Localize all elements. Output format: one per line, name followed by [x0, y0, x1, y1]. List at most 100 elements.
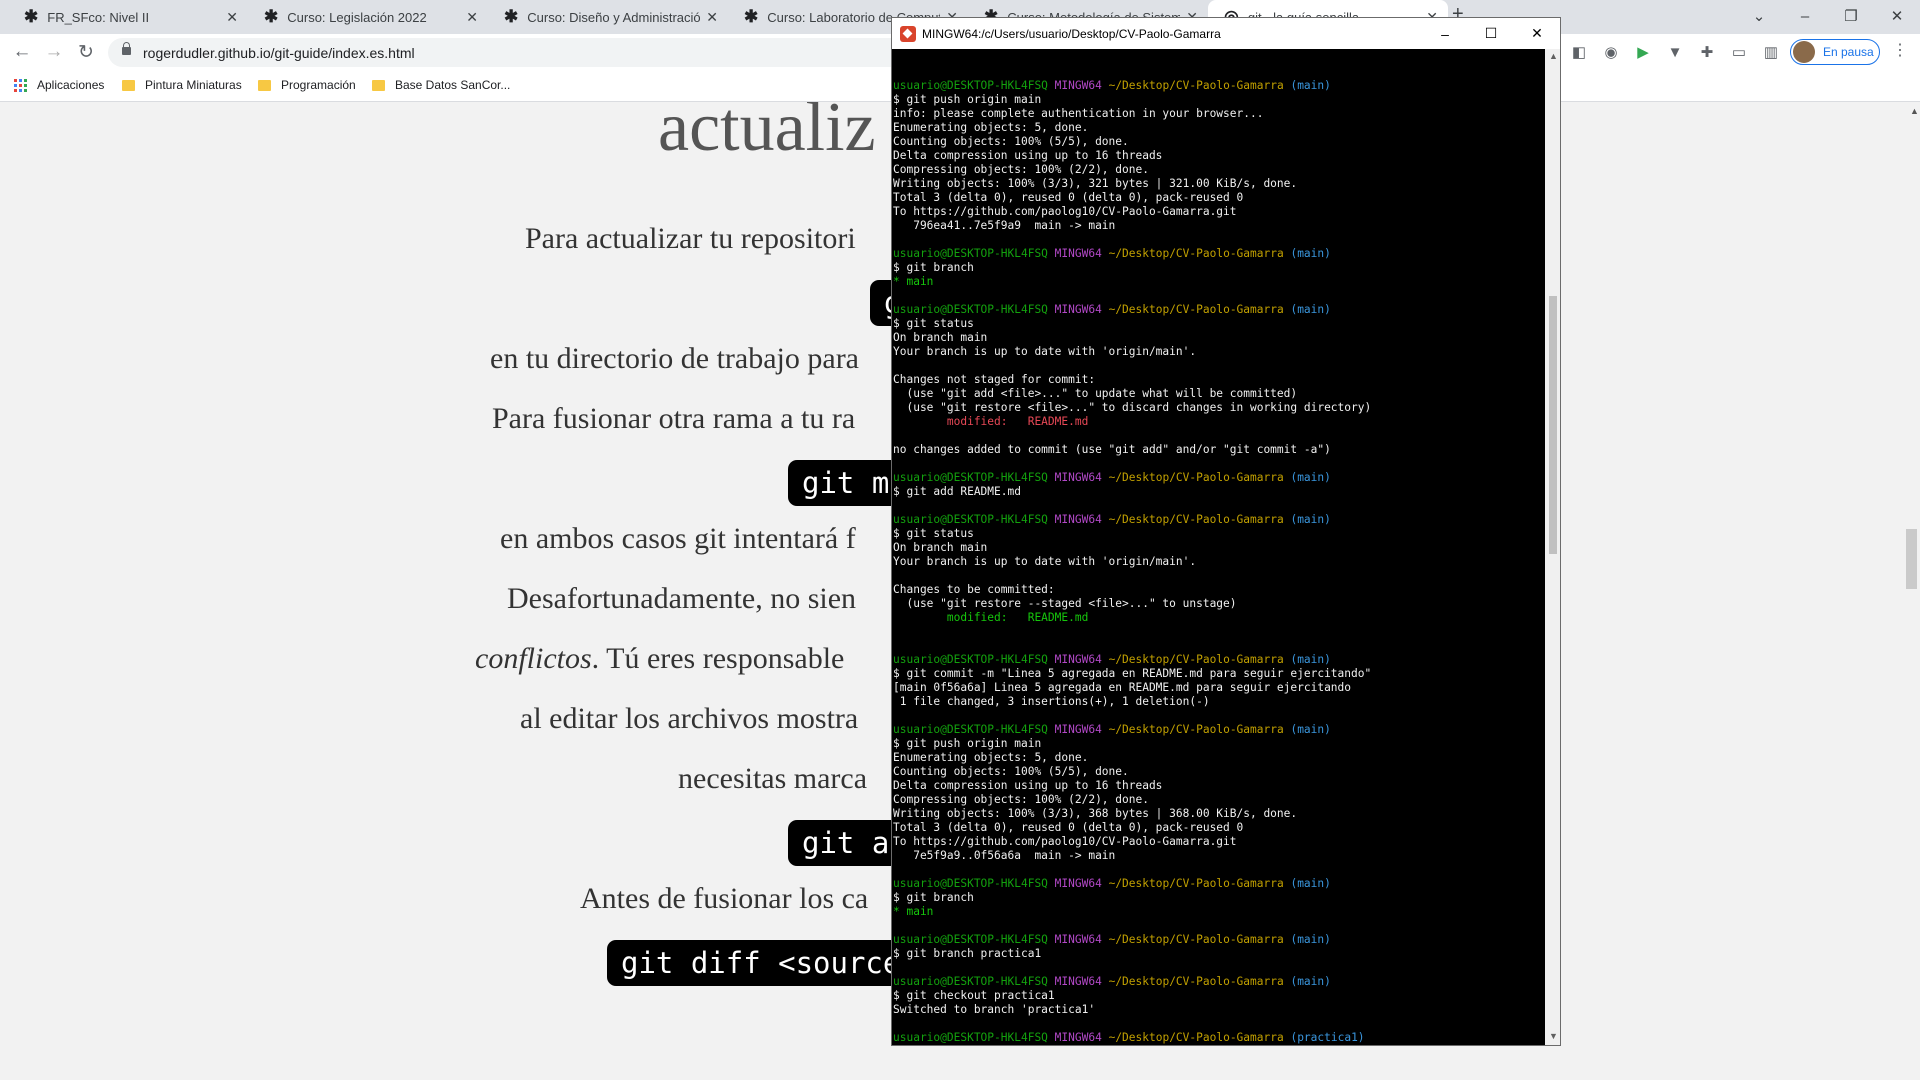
terminal-prompt-line: usuario@DESKTOP-HKL4FSQ MINGW64 ~/Deskto…: [893, 933, 1545, 947]
terminal-output-line: $ git checkout practica1: [893, 989, 1055, 1002]
terminal-output-line: Counting objects: 100% (5/5), done.: [893, 765, 1129, 778]
minimize-button[interactable]: –: [1782, 0, 1828, 32]
back-arrow-icon[interactable]: ←: [8, 38, 36, 66]
cast-icon[interactable]: ▭: [1727, 40, 1751, 64]
side-panel-icon[interactable]: ▥: [1759, 40, 1783, 64]
close-tab-icon[interactable]: ✕: [466, 9, 478, 26]
page-scrollbar[interactable]: [1905, 102, 1920, 1080]
prompt-branch: (main): [1290, 303, 1331, 316]
menu-icon[interactable]: ⋮: [1892, 40, 1908, 60]
folder-icon: [372, 79, 385, 91]
scroll-down-arrow-icon[interactable]: ▼: [1549, 1031, 1558, 1041]
prompt-path: ~/Desktop/CV-Paolo-Gamarra: [1108, 653, 1284, 666]
bookmark-base-datos[interactable]: Base Datos SanCor...: [372, 78, 510, 92]
prompt-user: usuario@DESKTOP-HKL4FSQ: [893, 79, 1048, 92]
terminal-output-line: Your branch is up to date with 'origin/m…: [893, 555, 1197, 568]
bookmark-apps[interactable]: Aplicaciones: [14, 78, 104, 92]
terminal-prompt-line: usuario@DESKTOP-HKL4FSQ MINGW64 ~/Deskto…: [893, 975, 1545, 989]
prompt-user: usuario@DESKTOP-HKL4FSQ: [893, 1031, 1048, 1044]
terminal-prompt-line: usuario@DESKTOP-HKL4FSQ MINGW64 ~/Deskto…: [893, 513, 1545, 527]
terminal-output-line: no changes added to commit (use "git add…: [893, 443, 1331, 456]
terminal-close-button[interactable]: ✕: [1514, 18, 1560, 49]
terminal-output-line: 1 file changed, 3 insertions(+), 1 delet…: [893, 695, 1210, 708]
terminal-output-line: $ git push origin main: [893, 93, 1042, 106]
close-tab-icon[interactable]: ✕: [706, 9, 718, 26]
terminal-scrollbar-thumb[interactable]: [1549, 296, 1557, 554]
terminal-prompt-line: usuario@DESKTOP-HKL4FSQ MINGW64 ~/Deskto…: [893, 247, 1545, 261]
prompt-user: usuario@DESKTOP-HKL4FSQ: [893, 653, 1048, 666]
git-bash-icon: [900, 25, 916, 42]
prompt-path: ~/Desktop/CV-Paolo-Gamarra: [1108, 877, 1284, 890]
tab-diseno[interactable]: ✱ Curso: Diseño y Administración d ✕: [488, 0, 728, 34]
section-heading: actualiz: [658, 102, 876, 166]
extension-icon[interactable]: ◉: [1599, 40, 1623, 64]
terminal-output[interactable]: usuario@DESKTOP-HKL4FSQ MINGW64 ~/Deskto…: [892, 49, 1545, 1045]
terminal-prompt-line: usuario@DESKTOP-HKL4FSQ MINGW64 ~/Deskto…: [893, 79, 1545, 93]
extension-icon[interactable]: ▼: [1663, 40, 1687, 64]
scroll-up-arrow-icon[interactable]: ▲: [1910, 106, 1919, 116]
scroll-up-arrow-icon[interactable]: ▲: [1549, 51, 1558, 61]
bookmark-programacion[interactable]: Programación: [258, 78, 356, 92]
terminal-output-line: (use "git restore --staged <file>..." to…: [893, 597, 1237, 610]
extension-icon[interactable]: ◧: [1567, 40, 1591, 64]
terminal-minimize-button[interactable]: –: [1422, 18, 1468, 49]
terminal-output-line: Enumerating objects: 5, done.: [893, 751, 1089, 764]
prompt-path: ~/Desktop/CV-Paolo-Gamarra: [1108, 471, 1284, 484]
bookmark-pintura[interactable]: Pintura Miniaturas: [122, 78, 242, 92]
puzzle-icon[interactable]: ✚: [1695, 40, 1719, 64]
prompt-path: ~/Desktop/CV-Paolo-Gamarra: [1108, 303, 1284, 316]
paragraph-text: Para actualizar tu repositori: [525, 222, 856, 255]
page-scrollbar-thumb[interactable]: [1906, 529, 1917, 589]
folder-icon: [122, 79, 135, 91]
forward-arrow-icon[interactable]: →: [40, 38, 68, 66]
paragraph-text: en tu directorio de trabajo para: [490, 342, 859, 375]
terminal-prompt-line: usuario@DESKTOP-HKL4FSQ MINGW64 ~/Deskto…: [893, 877, 1545, 891]
close-tab-icon[interactable]: ✕: [226, 9, 238, 26]
terminal-output-line: Total 3 (delta 0), reused 0 (delta 0), p…: [893, 821, 1244, 834]
terminal-output-line: 796ea41..7e5f9a9 main -> main: [893, 219, 1116, 232]
terminal-output-line: To https://github.com/paolog10/CV-Paolo-…: [893, 835, 1237, 848]
bookmark-label: Programación: [281, 78, 356, 92]
tab-legislacion[interactable]: ✱ Curso: Legislación 2022 ✕: [248, 0, 488, 34]
terminal-output-line: Delta compression using up to 16 threads: [893, 779, 1163, 792]
profile-button[interactable]: En pausa: [1790, 39, 1880, 65]
terminal-output-line: * main: [893, 275, 934, 288]
terminal-output-line: Writing objects: 100% (3/3), 368 bytes |…: [893, 807, 1298, 820]
tab-title: Curso: Diseño y Administración d: [527, 9, 701, 25]
tab-fr-sfco[interactable]: ✱ FR_SFco: Nivel II ✕: [8, 0, 248, 34]
terminal-output-line: Total 3 (delta 0), reused 0 (delta 0), p…: [893, 191, 1244, 204]
tab-search-icon[interactable]: ⌄: [1736, 0, 1782, 32]
site-favicon-icon: ✱: [24, 7, 39, 26]
prompt-path: ~/Desktop/CV-Paolo-Gamarra: [1108, 247, 1284, 260]
terminal-output-line: Enumerating objects: 5, done.: [893, 121, 1089, 134]
restore-button[interactable]: ❐: [1828, 0, 1874, 32]
prompt-path: ~/Desktop/CV-Paolo-Gamarra: [1108, 975, 1284, 988]
terminal-prompt-line: usuario@DESKTOP-HKL4FSQ MINGW64 ~/Deskto…: [893, 1031, 1545, 1045]
terminal-maximize-button[interactable]: ☐: [1468, 18, 1514, 49]
close-window-button[interactable]: ✕: [1874, 0, 1920, 32]
terminal-output-line: $ git add README.md: [893, 485, 1021, 498]
terminal-output-line: Your branch is up to date with 'origin/m…: [893, 345, 1197, 358]
paragraph-text: Desafortunadamente, no sien: [507, 582, 857, 615]
play-extension-icon[interactable]: ▶: [1631, 40, 1655, 64]
terminal-window[interactable]: MINGW64:/c/Users/usuario/Desktop/CV-Paol…: [891, 17, 1561, 1046]
code-block: git diff <source: [607, 940, 915, 986]
terminal-output-line: To https://github.com/paolog10/CV-Paolo-…: [893, 205, 1237, 218]
prompt-user: usuario@DESKTOP-HKL4FSQ: [893, 723, 1048, 736]
prompt-branch: (main): [1290, 471, 1331, 484]
lock-icon: [122, 42, 131, 58]
emphasis-text: conflictos: [475, 642, 592, 675]
reload-icon[interactable]: ↻: [72, 38, 100, 66]
terminal-output-line: $ git branch: [893, 891, 974, 904]
prompt-shell: MINGW64: [1054, 653, 1102, 666]
site-favicon-icon: ✱: [504, 7, 519, 26]
bookmark-label: Pintura Miniaturas: [145, 78, 242, 92]
terminal-prompt-line: usuario@DESKTOP-HKL4FSQ MINGW64 ~/Deskto…: [893, 471, 1545, 485]
prompt-branch: (main): [1290, 975, 1331, 988]
